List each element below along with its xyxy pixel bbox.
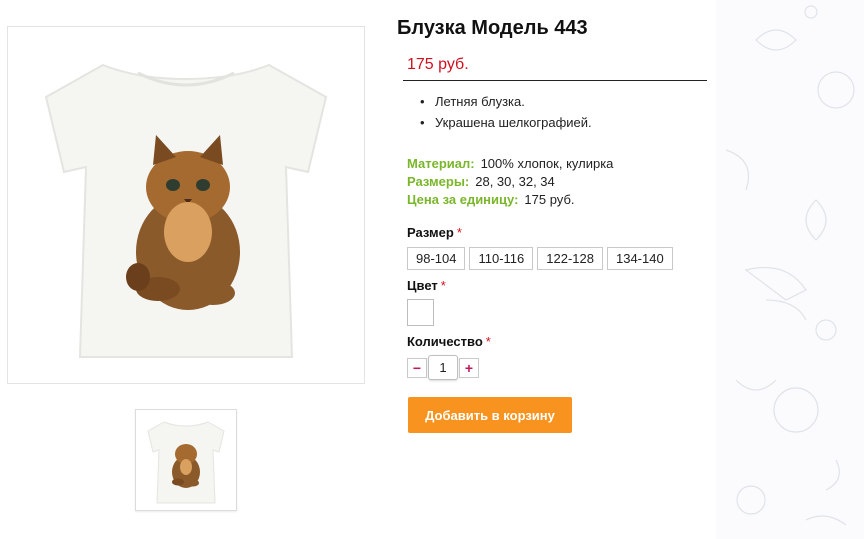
product-thumbnail[interactable] [135,409,237,511]
spec-list: Материал: 100% хлопок, кулирка Размеры: 28… [407,156,613,210]
quantity-stepper: − 1 + [407,355,479,380]
spec-label: Материал: [407,156,475,171]
tshirt-kitten-image [44,63,328,358]
quantity-decrease-button[interactable]: − [407,357,427,378]
spec-value: 28, 30, 32, 34 [475,174,555,189]
size-label: Размер * [407,225,462,240]
required-mark: * [456,225,462,240]
size-option-110-116[interactable]: 110-116 [469,247,534,270]
quantity-input[interactable]: 1 [428,355,458,380]
quantity-label-text: Количество [407,334,483,349]
feature-item: Летняя блузка. [417,94,592,115]
spec-sizes: Размеры: 28, 30, 32, 34 [407,174,613,192]
required-mark: * [440,278,446,293]
tshirt-kitten-thumbnail [147,421,225,504]
color-swatch[interactable] [407,299,434,326]
spec-value: 175 руб. [524,192,575,207]
size-option-122-128[interactable]: 122-128 [537,247,603,270]
quantity-label: Количество * [407,334,491,349]
spec-material: Материал: 100% хлопок, кулирка [407,156,613,174]
size-option-98-104[interactable]: 98-104 [407,247,466,270]
product-price: 175 руб. [407,56,469,73]
divider [403,80,707,81]
spec-unit-price: Цена за единицу: 175 руб. [407,192,613,210]
required-mark: * [485,334,491,349]
size-options: 98-104 110-116 122-128 134-140 [407,247,673,270]
spec-value: 100% хлопок, кулирка [480,156,614,171]
decorative-background [716,0,864,539]
main-product-image[interactable] [7,26,365,384]
product-title: Блузка Модель 443 [397,17,588,39]
color-label-text: Цвет [407,278,438,293]
color-label: Цвет * [407,278,446,293]
spec-label: Цена за единицу: [407,192,519,207]
add-to-cart-button[interactable]: Добавить в корзину [408,397,572,433]
quantity-increase-button[interactable]: + [459,357,479,378]
feature-list: Летняя блузка. Украшена шелкографией. [417,94,592,136]
size-label-text: Размер [407,225,454,240]
spec-label: Размеры: [407,174,470,189]
size-option-134-140[interactable]: 134-140 [606,247,673,270]
feature-item: Украшена шелкографией. [417,115,592,136]
